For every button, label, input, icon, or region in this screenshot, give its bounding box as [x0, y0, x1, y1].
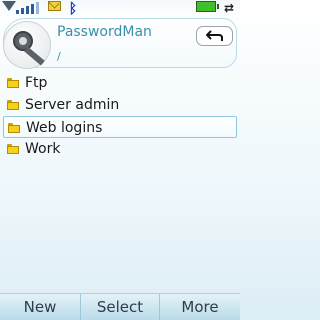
back-button[interactable]: [196, 26, 233, 46]
app-title: PasswordMan: [57, 24, 152, 40]
list-item-server-admin[interactable]: Server admin: [3, 94, 237, 116]
current-path: /: [57, 50, 61, 63]
list-item-label: Server admin: [25, 97, 120, 113]
folder-icon: [7, 144, 19, 154]
battery-icon: [196, 1, 219, 12]
folder-icon: [8, 123, 20, 133]
data-transfer-icon: ⇄: [223, 1, 235, 15]
list-item-web-logins[interactable]: Web logins: [3, 116, 237, 138]
list-item-label: Ftp: [25, 75, 48, 91]
folder-icon: [7, 78, 19, 88]
status-bar: ᛒ ⇄: [0, 0, 240, 17]
signal-triangle-icon: [2, 1, 16, 11]
list-item-work[interactable]: Work: [3, 138, 237, 160]
new-button[interactable]: New: [0, 294, 80, 320]
key-icon: [3, 21, 51, 69]
envelope-icon: [48, 1, 61, 11]
more-button[interactable]: More: [160, 294, 240, 320]
back-arrow-icon: [206, 30, 223, 41]
list-item-label: Work: [25, 141, 61, 157]
softkey-bar: New Select More: [0, 293, 240, 320]
folder-icon: [7, 100, 19, 110]
list-item-ftp[interactable]: Ftp: [3, 72, 237, 94]
bluetooth-icon: ᛒ: [68, 1, 78, 17]
select-button[interactable]: Select: [80, 294, 160, 320]
signal-bars-icon: [16, 1, 44, 14]
list-item-label: Web logins: [26, 120, 103, 136]
